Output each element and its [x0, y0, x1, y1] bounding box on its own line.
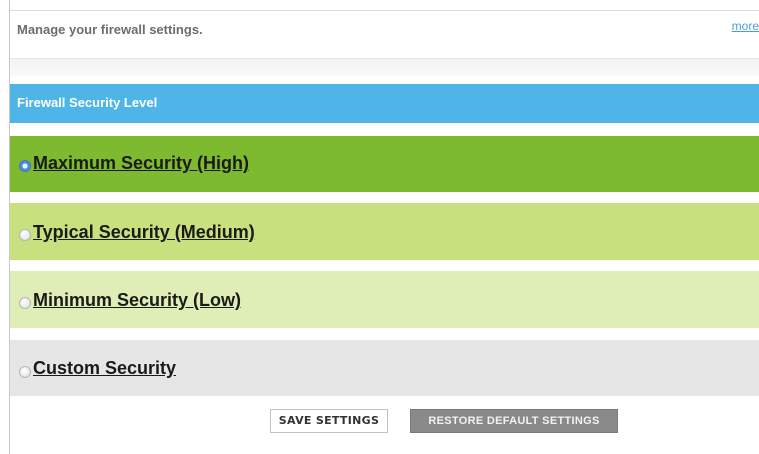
restore-defaults-button[interactable]: RESTORE DEFAULT SETTINGS [410, 409, 618, 433]
option-label-maximum[interactable]: Maximum Security (High) [33, 153, 249, 174]
radio-unselected-icon[interactable] [19, 366, 31, 378]
page-description: Manage your firewall settings. [17, 22, 203, 37]
radio-unselected-icon[interactable] [19, 229, 31, 241]
option-custom-security[interactable]: Custom Security [10, 340, 759, 396]
divider-band [10, 58, 759, 77]
save-settings-button[interactable]: SAVE SETTINGS [270, 409, 388, 433]
option-maximum-security[interactable]: Maximum Security (High) [10, 136, 759, 192]
radio-unselected-icon[interactable] [19, 297, 31, 309]
option-label-custom[interactable]: Custom Security [33, 358, 176, 379]
option-label-minimum[interactable]: Minimum Security (Low) [33, 290, 241, 311]
section-title: Firewall Security Level [17, 95, 158, 110]
more-link[interactable]: more [732, 19, 759, 33]
option-minimum-security[interactable]: Minimum Security (Low) [10, 271, 759, 328]
top-divider [10, 10, 759, 11]
radio-selected-icon[interactable] [19, 160, 31, 172]
firewall-settings-panel: Manage your firewall settings. more Fire… [9, 0, 759, 454]
option-typical-security[interactable]: Typical Security (Medium) [10, 203, 759, 260]
section-header: Firewall Security Level [10, 84, 759, 123]
option-label-typical[interactable]: Typical Security (Medium) [33, 222, 255, 243]
